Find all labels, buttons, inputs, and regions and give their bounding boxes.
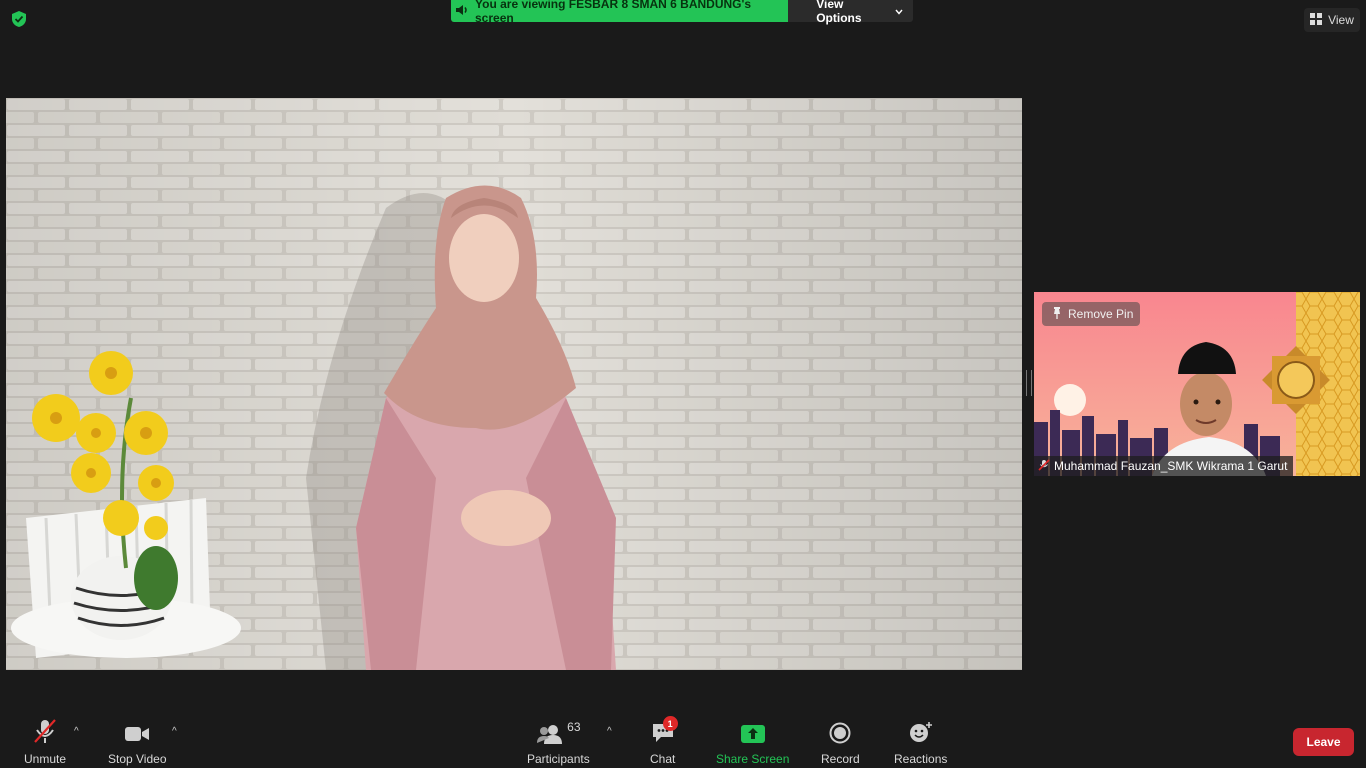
panel-resize-handle[interactable] <box>1026 370 1032 396</box>
unmute-label: Unmute <box>24 752 67 766</box>
view-options-label: View Options <box>816 0 862 25</box>
chat-bubble-icon: 1 <box>651 716 678 744</box>
view-label: View <box>1328 13 1354 27</box>
view-layout-button[interactable]: View <box>1304 8 1360 32</box>
chat-label: Chat <box>650 752 676 766</box>
stop-video-label: Stop Video <box>108 752 167 766</box>
video-options-caret[interactable]: ^ <box>172 726 177 737</box>
meeting-toolbar: Unmute ^ Stop Video ^ 63 Participants ^ <box>0 710 1366 768</box>
screen-share-banner: You are viewing FESBAR 8 SMAN 6 BANDUNG'… <box>451 0 913 25</box>
audio-options-caret[interactable]: ^ <box>74 726 79 737</box>
video-camera-icon <box>124 718 150 744</box>
stop-video-button[interactable]: Stop Video <box>108 718 167 766</box>
shared-screen-video[interactable] <box>6 98 1022 670</box>
participant-name: Muhammad Fauzan_SMK Wikrama 1 Garut <box>1054 459 1288 473</box>
remove-pin-button[interactable]: Remove Pin <box>1042 302 1140 326</box>
viewing-text: You are viewing FESBAR 8 SMAN 6 BANDUNG'… <box>475 0 752 25</box>
security-shield-icon[interactable] <box>8 8 30 30</box>
speaker-icon <box>455 4 469 19</box>
participant-name-tag: Muhammad Fauzan_SMK Wikrama 1 Garut <box>1034 456 1294 476</box>
unmute-button[interactable]: Unmute <box>24 718 66 766</box>
chat-button[interactable]: 1 Chat <box>650 716 678 766</box>
view-options-button[interactable]: View Options <box>788 0 913 25</box>
pinned-participant-video[interactable]: Remove Pin Muhammad Fauzan_SMK Wikrama 1… <box>1034 292 1360 476</box>
grid-view-icon <box>1310 12 1323 28</box>
record-icon <box>829 718 851 744</box>
muted-mic-icon <box>32 718 58 744</box>
reactions-label: Reactions <box>894 752 948 766</box>
participants-options-caret[interactable]: ^ <box>607 726 612 737</box>
muted-mic-icon <box>1038 458 1050 474</box>
viewing-indicator: You are viewing FESBAR 8 SMAN 6 BANDUNG'… <box>451 0 789 25</box>
reactions-button[interactable]: Reactions <box>894 718 947 766</box>
participants-icon: 63 <box>536 718 581 744</box>
video-frame <box>6 98 1022 670</box>
remove-pin-label: Remove Pin <box>1068 307 1134 321</box>
chevron-down-icon <box>895 4 903 18</box>
share-arrow-icon <box>740 718 765 744</box>
participants-label: Participants <box>527 752 590 766</box>
share-screen-button[interactable]: Share Screen <box>716 718 789 766</box>
record-label: Record <box>821 752 860 766</box>
chat-unread-badge: 1 <box>662 716 678 731</box>
record-button[interactable]: Record <box>821 718 860 766</box>
pin-icon <box>1052 306 1062 322</box>
share-screen-label: Share Screen <box>716 752 790 766</box>
participants-button[interactable]: 63 Participants <box>527 718 590 766</box>
reactions-icon <box>908 718 934 744</box>
participants-count: 63 <box>567 720 581 734</box>
leave-meeting-button[interactable]: Leave <box>1293 728 1354 756</box>
